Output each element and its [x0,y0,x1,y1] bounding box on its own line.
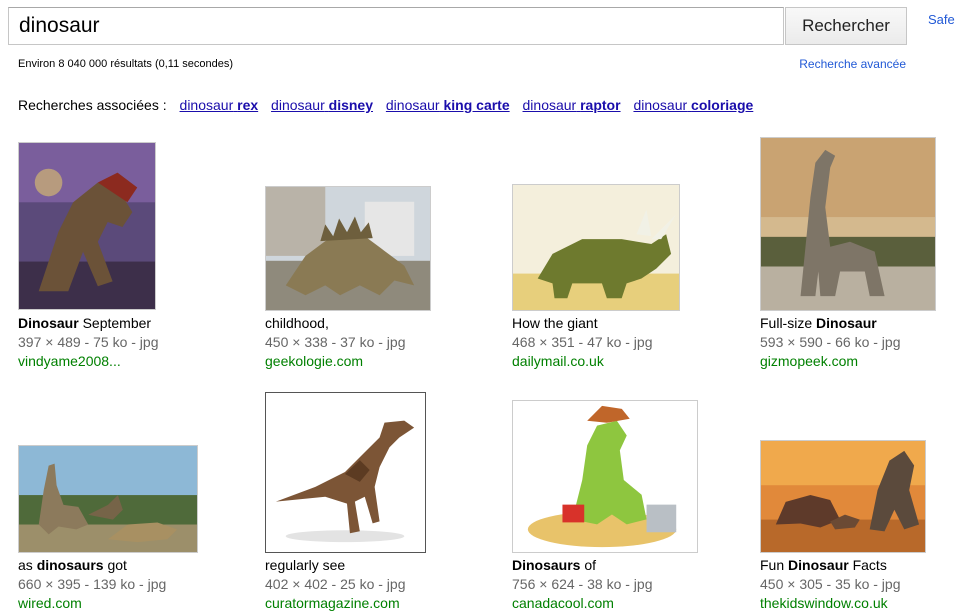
result-thumbnail[interactable] [512,184,680,311]
related-link-coloriage[interactable]: dinosaur coloriage [633,97,753,113]
result-meta: 468 × 351 - 47 ko - jpg [512,334,653,350]
result-caption: regularly see 402 × 402 - 25 ko - jpg cu… [265,556,406,613]
result-site[interactable]: thekidswindow.co.uk [760,594,901,613]
result-meta: 593 × 590 - 66 ko - jpg [760,334,901,350]
result-title[interactable]: How the giant [512,314,653,333]
result-title[interactable]: Full-size Dinosaur [760,314,901,333]
related-link-disney[interactable]: dinosaur disney [271,97,373,113]
result-thumbnail[interactable] [265,392,426,553]
related-link-king-carte[interactable]: dinosaur king carte [386,97,510,113]
search-input[interactable] [8,7,784,45]
result-stats: Environ 8 040 000 résultats (0,11 second… [18,58,234,70]
advanced-search-link[interactable]: Recherche avancée [799,57,906,71]
result-meta: 450 × 305 - 35 ko - jpg [760,576,901,592]
result-site[interactable]: dailymail.co.uk [512,352,653,371]
result-title[interactable]: Fun Dinosaur Facts [760,556,901,575]
result-caption: as dinosaurs got 660 × 395 - 139 ko - jp… [18,556,166,613]
safe-search-link[interactable]: Safe [928,12,955,27]
result-site[interactable]: geekologie.com [265,352,406,371]
result-caption: childhood, 450 × 338 - 37 ko - jpg geeko… [265,314,406,371]
result-caption: Fun Dinosaur Facts 450 × 305 - 35 ko - j… [760,556,901,613]
result-site[interactable]: canadacool.com [512,594,653,613]
result-meta: 402 × 402 - 25 ko - jpg [265,576,406,592]
result-site[interactable]: vindyame2008... [18,352,159,371]
search-button[interactable]: Rechercher [785,7,907,45]
result-title[interactable]: childhood, [265,314,406,333]
result-caption: Dinosaurs of 756 × 624 - 38 ko - jpg can… [512,556,653,613]
result-caption: Dinosaur September 397 × 489 - 75 ko - j… [18,314,159,371]
result-thumbnail[interactable] [265,186,431,311]
result-site[interactable]: wired.com [18,594,166,613]
related-searches: Recherches associées : dinosaur rex dino… [18,97,753,113]
result-meta: 756 × 624 - 38 ko - jpg [512,576,653,592]
result-caption: How the giant 468 × 351 - 47 ko - jpg da… [512,314,653,371]
result-site[interactable]: gizmopeek.com [760,352,901,371]
related-link-rex[interactable]: dinosaur rex [180,97,259,113]
result-meta: 660 × 395 - 139 ko - jpg [18,576,167,592]
result-title[interactable]: Dinosaur September [18,314,159,333]
related-link-raptor[interactable]: dinosaur raptor [523,97,621,113]
result-meta: 450 × 338 - 37 ko - jpg [265,334,406,350]
result-caption: Full-size Dinosaur 593 × 590 - 66 ko - j… [760,314,901,371]
result-thumbnail[interactable] [512,400,698,553]
result-thumbnail[interactable] [760,440,926,553]
result-title[interactable]: Dinosaurs of [512,556,653,575]
result-thumbnail[interactable] [760,137,936,311]
result-title[interactable]: regularly see [265,556,406,575]
result-title[interactable]: as dinosaurs got [18,556,166,575]
result-thumbnail[interactable] [18,142,156,310]
result-site[interactable]: curatormagazine.com [265,594,406,613]
related-searches-label: Recherches associées : [18,97,167,113]
search-bar: Rechercher [8,7,908,47]
result-thumbnail[interactable] [18,445,198,553]
result-meta: 397 × 489 - 75 ko - jpg [18,334,159,350]
